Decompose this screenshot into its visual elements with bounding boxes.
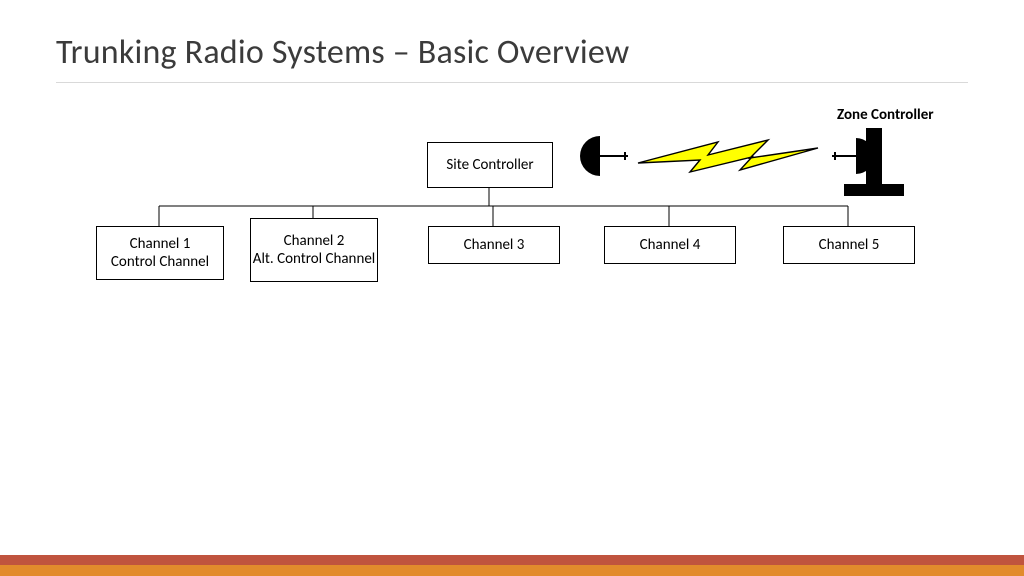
site-controller-text: Site Controller — [446, 156, 533, 174]
channel-box-1: Channel 1 Control Channel — [96, 226, 224, 280]
channel-box-2: Channel 2 Alt. Control Channel — [250, 218, 378, 282]
channel-name: Channel 3 — [464, 236, 525, 254]
channel-name: Channel 4 — [640, 236, 701, 254]
tower-icon — [844, 128, 904, 196]
channel-box-3: Channel 3 — [428, 226, 560, 264]
channel-box-5: Channel 5 — [783, 226, 915, 264]
lightning-bolt-icon — [638, 140, 818, 172]
site-controller-box: Site Controller — [427, 142, 553, 188]
slide-title: Trunking Radio Systems – Basic Overview — [56, 32, 629, 73]
channel-name: Channel 1 — [130, 235, 191, 253]
channel-name: Channel 2 — [284, 232, 345, 250]
zone-controller-label: Zone Controller — [837, 106, 934, 124]
dish-antenna-left-icon — [580, 136, 628, 176]
channel-subtitle: Control Channel — [111, 253, 209, 271]
channel-name: Channel 5 — [819, 236, 880, 254]
channel-subtitle: Alt. Control Channel — [253, 250, 375, 268]
title-divider — [56, 82, 968, 83]
footer-bar-inner — [0, 565, 1024, 576]
channel-box-4: Channel 4 — [604, 226, 736, 264]
dish-antenna-right-icon — [832, 138, 874, 174]
